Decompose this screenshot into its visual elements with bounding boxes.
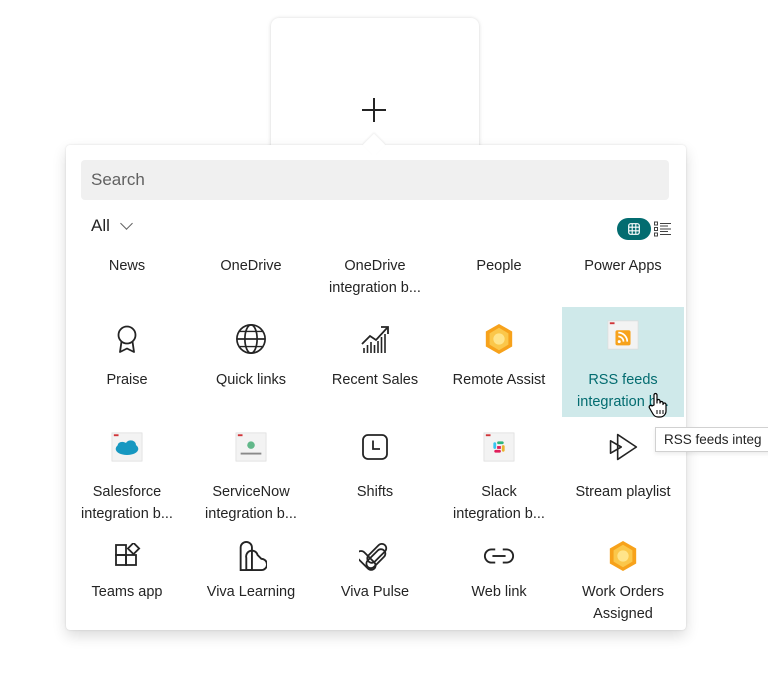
grid-icon bbox=[628, 223, 640, 235]
tile-shifts[interactable]: Shifts bbox=[314, 419, 436, 531]
tile-label: Teams app bbox=[91, 584, 163, 600]
tile-label: Slack integration b... bbox=[453, 484, 545, 522]
webpart-grid: News OneDrive OneDrive integration b... … bbox=[66, 258, 686, 630]
tile-teams-app[interactable]: Teams app bbox=[66, 534, 188, 630]
category-filter-dropdown[interactable]: All bbox=[91, 216, 133, 236]
salesforce-icon bbox=[111, 431, 143, 463]
tile-people[interactable]: People bbox=[438, 247, 560, 307]
tile-label: Praise bbox=[106, 372, 148, 388]
slack-icon bbox=[483, 431, 515, 463]
tile-label: Work Orders Assigned bbox=[582, 584, 664, 622]
chevron-down-icon bbox=[120, 217, 133, 230]
plus-icon[interactable] bbox=[362, 98, 386, 122]
tile-label: Remote Assist bbox=[452, 372, 546, 388]
tile-servicenow[interactable]: ServiceNow integration b... bbox=[190, 419, 312, 531]
webpart-picker-panel: All News bbox=[66, 145, 686, 630]
filter-label: All bbox=[91, 216, 110, 235]
tile-work-orders[interactable]: Work Orders Assigned bbox=[562, 534, 684, 630]
tile-onedrive-integration[interactable]: OneDrive integration b... bbox=[314, 247, 436, 307]
tile-praise[interactable]: Praise bbox=[66, 307, 188, 417]
tile-viva-learning[interactable]: Viva Learning bbox=[190, 534, 312, 630]
tile-label: OneDrive bbox=[220, 258, 282, 274]
link-icon bbox=[483, 540, 515, 572]
tile-label: Viva Learning bbox=[206, 584, 296, 600]
grid-view-toggle[interactable] bbox=[617, 218, 651, 240]
work-orders-icon bbox=[607, 540, 639, 572]
rss-icon bbox=[607, 319, 639, 351]
tile-quick-links[interactable]: Quick links bbox=[190, 307, 312, 417]
viva-learning-icon bbox=[235, 540, 267, 572]
tile-recent-sales[interactable]: Recent Sales bbox=[314, 307, 436, 417]
apps-add-icon bbox=[111, 541, 143, 573]
viva-pulse-icon bbox=[359, 540, 391, 572]
ribbon-icon bbox=[111, 323, 143, 355]
tile-onedrive[interactable]: OneDrive bbox=[190, 247, 312, 307]
tile-label: Recent Sales bbox=[331, 372, 419, 388]
chart-trend-icon bbox=[359, 323, 391, 355]
search-input[interactable] bbox=[81, 160, 669, 200]
tile-label: Salesforce integration b... bbox=[81, 484, 173, 522]
list-view-icon[interactable] bbox=[654, 221, 672, 237]
tile-label: ServiceNow integration b... bbox=[205, 484, 297, 522]
tile-label: Quick links bbox=[215, 372, 287, 388]
tile-label: OneDrive integration b... bbox=[329, 258, 421, 296]
webpart-picker-stage: All News bbox=[0, 0, 768, 680]
tile-news[interactable]: News bbox=[66, 247, 188, 307]
globe-icon bbox=[235, 323, 267, 355]
tile-label: People bbox=[476, 258, 522, 274]
tile-power-apps[interactable]: Power Apps bbox=[562, 247, 684, 307]
tile-label: Stream playlist bbox=[575, 484, 671, 500]
tile-slack[interactable]: Slack integration b... bbox=[438, 419, 560, 531]
stream-icon bbox=[607, 431, 639, 463]
tile-label: Web link bbox=[471, 584, 527, 600]
tile-label: News bbox=[108, 258, 146, 274]
hand-pointer-icon bbox=[648, 392, 667, 418]
tile-label: Power Apps bbox=[584, 258, 662, 274]
tile-label: Viva Pulse bbox=[340, 584, 410, 600]
tile-viva-pulse[interactable]: Viva Pulse bbox=[314, 534, 436, 630]
clock-square-icon bbox=[359, 431, 391, 463]
tile-salesforce[interactable]: Salesforce integration b... bbox=[66, 419, 188, 531]
tile-web-link[interactable]: Web link bbox=[438, 534, 560, 630]
tooltip: RSS feeds integ bbox=[655, 427, 768, 452]
servicenow-icon bbox=[235, 431, 267, 463]
tile-label: Shifts bbox=[356, 484, 394, 500]
remote-assist-icon bbox=[483, 323, 515, 355]
tile-remote-assist[interactable]: Remote Assist bbox=[438, 307, 560, 417]
